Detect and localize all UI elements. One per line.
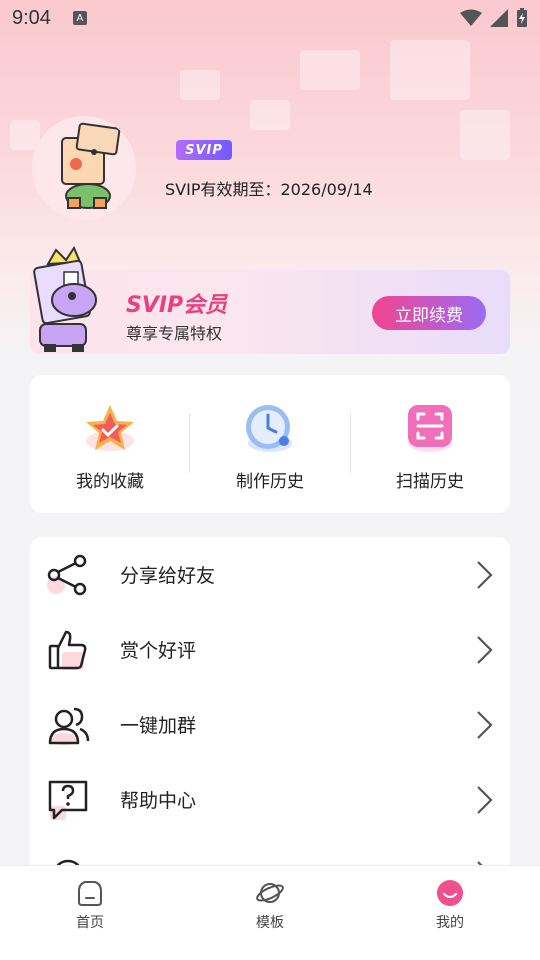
menu-item-label: 一键加群	[120, 715, 197, 737]
menu-item-share[interactable]: 分享给好友	[30, 537, 510, 612]
svip-badge: SVIP	[176, 140, 232, 160]
divider	[350, 413, 351, 473]
signal-icon	[490, 9, 508, 27]
crown-mascot-icon	[33, 246, 97, 352]
quick-favorites[interactable]: 我的收藏	[30, 375, 190, 513]
profile-icon	[437, 880, 463, 906]
nav-home[interactable]: 首页	[0, 866, 180, 960]
banner-subtitle: 尊享专属特权	[126, 324, 223, 343]
chevron-right-icon	[477, 786, 493, 814]
banner-title: SVIP会员	[126, 293, 228, 318]
avatar[interactable]	[32, 116, 136, 220]
status-time: 9:04	[12, 6, 51, 29]
clock-icon	[246, 405, 292, 452]
star-icon	[86, 405, 134, 451]
menu-item-label: 帮助中心	[120, 790, 197, 812]
planet-icon	[256, 883, 284, 903]
chevron-right-icon	[477, 636, 493, 664]
nav-label: 首页	[76, 915, 104, 931]
svip-expiry-text: SVIP有效期至：2026/09/14	[165, 180, 373, 199]
notification-icon: A	[72, 11, 87, 25]
help-icon	[48, 780, 88, 820]
group-icon	[48, 707, 90, 745]
scan-icon	[408, 405, 452, 452]
menu-item-help[interactable]: 帮助中心	[30, 762, 510, 837]
chevron-right-icon	[477, 711, 493, 739]
menu-item-label: 赏个好评	[120, 640, 197, 662]
chevron-right-icon	[477, 561, 493, 589]
nav-templates[interactable]: 模板	[180, 866, 360, 960]
wifi-icon	[460, 9, 482, 26]
menu-card: 分享给好友 赏个好评 一键加群 帮助中心	[30, 537, 510, 877]
quick-scan-label: 扫描历史	[396, 472, 464, 492]
quick-history[interactable]: 制作历史	[190, 375, 350, 513]
nav-label: 模板	[256, 915, 284, 931]
share-icon	[47, 554, 87, 595]
nav-label: 我的	[436, 915, 464, 931]
renew-button[interactable]: 立即续费	[372, 296, 486, 330]
status-bar: 9:04 A	[0, 0, 540, 36]
home-icon	[78, 881, 102, 906]
quick-history-label: 制作历史	[236, 472, 304, 492]
quick-favorites-label: 我的收藏	[76, 472, 144, 492]
menu-item-label: 分享给好友	[120, 565, 216, 587]
mascot-avatar-icon	[61, 122, 121, 209]
nav-profile[interactable]: 我的	[360, 866, 540, 960]
quick-scan-history[interactable]: 扫描历史	[350, 375, 510, 513]
menu-item-rate[interactable]: 赏个好评	[30, 612, 510, 687]
menu-item-join-group[interactable]: 一键加群	[30, 687, 510, 762]
bottom-nav: 首页 模板 我的	[0, 865, 540, 960]
thumbs-up-icon	[48, 630, 87, 670]
battery-icon	[517, 8, 527, 27]
quick-actions-card: 我的收藏 制作历史 扫描历史	[30, 375, 510, 513]
divider	[189, 413, 190, 473]
